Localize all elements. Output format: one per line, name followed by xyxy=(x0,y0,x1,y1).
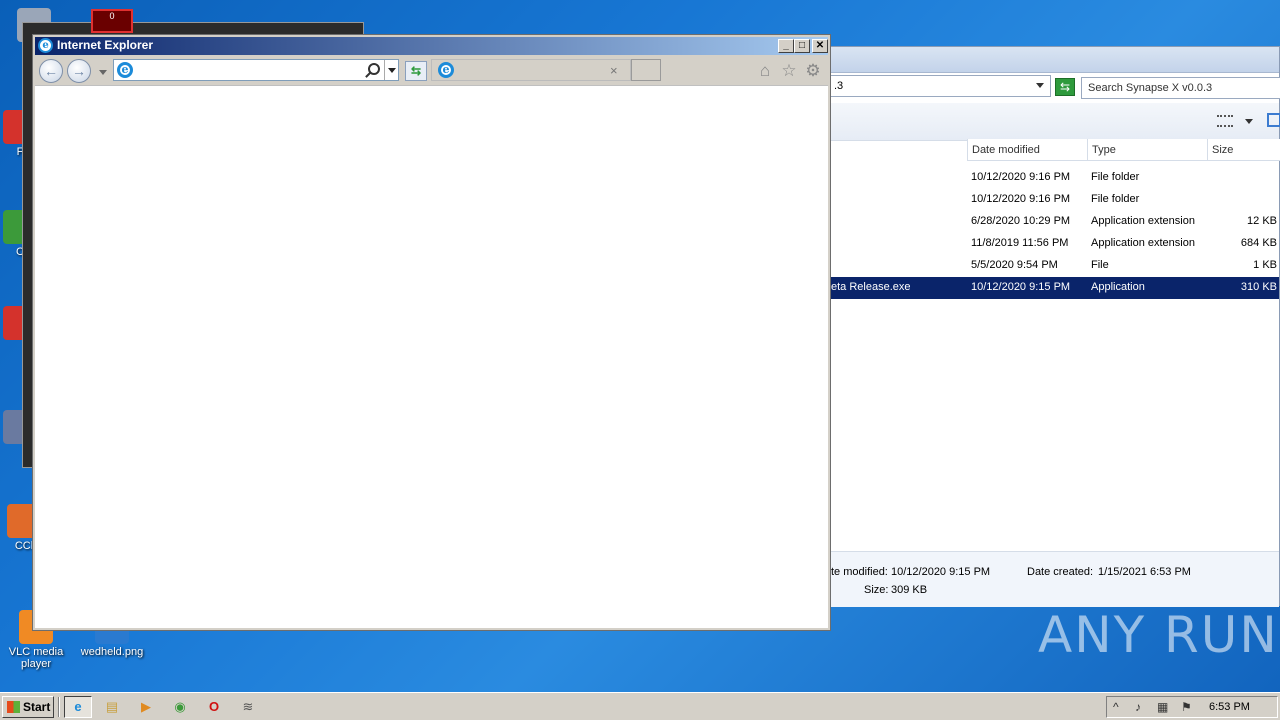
maximize-button[interactable]: □ xyxy=(794,39,810,53)
file-date: 6/28/2020 10:29 PM xyxy=(971,215,1071,227)
gear-icon[interactable]: ⚙ xyxy=(803,61,823,81)
file-type: File folder xyxy=(1091,193,1140,205)
column-header-date[interactable]: Date modified xyxy=(967,139,1087,161)
start-button[interactable]: Start xyxy=(2,696,54,718)
minimize-button[interactable]: _ xyxy=(778,39,794,53)
details-modified-label: te modified: xyxy=(831,566,888,578)
system-tray: ^ ♪ ▦ ⚑ 6:53 PM xyxy=(1106,696,1278,718)
column-header-type[interactable]: Type xyxy=(1087,139,1207,161)
taskbar-media-button[interactable]: ▶ xyxy=(132,696,160,718)
column-header-size[interactable]: Size xyxy=(1207,139,1280,161)
taskbar: Start e ▤ ▶ ◉ O ≋ ^ ♪ ▦ ⚑ 6:53 PM xyxy=(0,692,1280,720)
favorites-icon[interactable]: ☆ xyxy=(779,61,799,81)
taskbar-app-button[interactable]: ≋ xyxy=(234,696,262,718)
show-hidden-icons-icon[interactable]: ^ xyxy=(1113,700,1119,714)
network-icon[interactable]: ▦ xyxy=(1157,700,1168,714)
details-created-value: 1/15/2021 6:53 PM xyxy=(1098,566,1191,578)
search-icon[interactable] xyxy=(368,63,380,75)
media-player-icon: ▶ xyxy=(141,699,151,714)
ie-page-icon: e xyxy=(117,62,133,78)
file-name: eta Release.exe xyxy=(831,281,911,293)
opera-icon: O xyxy=(208,699,220,714)
ie-icon: e xyxy=(74,699,82,714)
action-center-flag-icon[interactable]: ⚑ xyxy=(1181,700,1192,714)
home-icon[interactable]: ⌂ xyxy=(755,61,775,81)
close-button[interactable]: ✕ xyxy=(812,39,828,53)
file-date: 10/12/2020 9:15 PM xyxy=(971,281,1071,293)
file-date: 5/5/2020 9:54 PM xyxy=(971,259,1058,271)
file-size: 684 KB xyxy=(1240,237,1277,249)
window-title: Internet Explorer xyxy=(57,38,154,52)
red-badge: 0 xyxy=(91,9,133,33)
file-size: 310 KB xyxy=(1240,281,1277,293)
ie-page-content[interactable] xyxy=(35,85,828,628)
address-dropdown-button[interactable] xyxy=(384,60,398,80)
internet-explorer-window[interactable]: e Internet Explorer _ □ ✕ ← → e ⇆ e × ⌂ … xyxy=(32,34,831,631)
file-date: 11/8/2019 11:56 PM xyxy=(971,237,1069,249)
new-tab-button[interactable] xyxy=(631,59,661,81)
file-type: File folder xyxy=(1091,171,1140,183)
file-row[interactable]: 10/12/2020 9:16 PM File folder xyxy=(827,167,1279,189)
taskbar-chrome-button[interactable]: ◉ xyxy=(166,696,194,718)
chrome-icon: ◉ xyxy=(174,699,186,714)
close-tab-icon[interactable]: × xyxy=(610,63,618,78)
file-date: 10/12/2020 9:16 PM xyxy=(971,193,1071,205)
file-size: 1 KB xyxy=(1253,259,1277,271)
taskbar-ie-button[interactable]: e xyxy=(64,696,92,718)
back-button[interactable]: ← xyxy=(39,59,63,83)
folder-icon: ▤ xyxy=(105,699,119,714)
explorer-address-text: .3 xyxy=(834,80,844,92)
file-row[interactable]: 10/12/2020 9:16 PM File folder xyxy=(827,189,1279,211)
file-type: File xyxy=(1091,259,1109,271)
details-size-value: 309 KB xyxy=(891,584,928,596)
details-created-label: Date created: xyxy=(1027,566,1094,578)
explorer-command-bar xyxy=(827,103,1279,141)
ie-logo-icon: e xyxy=(38,38,53,53)
file-date: 10/12/2020 9:16 PM xyxy=(971,171,1071,183)
file-row[interactable]: 5/5/2020 9:54 PM File 1 KB xyxy=(827,255,1279,277)
browser-tab[interactable]: e × xyxy=(431,59,631,81)
details-size-label: Size: xyxy=(864,584,889,596)
explorer-address-bar[interactable]: .3 xyxy=(827,75,1051,97)
explorer-window[interactable]: .3 ⇆ Search Synapse X v0.0.3 Date modifi… xyxy=(826,46,1280,607)
taskbar-opera-button[interactable]: O xyxy=(200,696,228,718)
volume-icon[interactable]: ♪ xyxy=(1135,700,1141,714)
file-row[interactable]: 11/8/2019 11:56 PM Application extension… xyxy=(827,233,1279,255)
explorer-refresh-button[interactable]: ⇆ xyxy=(1055,78,1075,96)
file-type: Application extension xyxy=(1091,237,1195,249)
ie-titlebar[interactable]: e Internet Explorer _ □ ✕ xyxy=(35,37,828,55)
view-options-icon[interactable] xyxy=(1217,115,1233,127)
forward-button[interactable]: → xyxy=(67,59,91,83)
file-type: Application extension xyxy=(1091,215,1195,227)
app-icon: ≋ xyxy=(242,699,254,714)
taskbar-separator xyxy=(58,697,60,717)
chevron-down-icon[interactable] xyxy=(1245,119,1253,124)
anyrun-watermark: ANY RUN xyxy=(1038,606,1279,664)
desktop-icon-label: CCl xyxy=(14,540,34,552)
explorer-search-input[interactable]: Search Synapse X v0.0.3 xyxy=(1081,77,1280,99)
taskbar-explorer-button[interactable]: ▤ xyxy=(98,696,126,718)
address-bar[interactable]: e xyxy=(113,59,399,81)
file-type: Application xyxy=(1091,281,1145,293)
desktop-icon-label: wedheld.png xyxy=(80,646,144,658)
ie-tab-icon: e xyxy=(438,62,454,78)
refresh-button[interactable]: ⇆ xyxy=(405,61,427,81)
file-row[interactable]: 6/28/2020 10:29 PM Application extension… xyxy=(827,211,1279,233)
chevron-down-icon[interactable] xyxy=(99,70,107,75)
explorer-titlebar[interactable] xyxy=(827,47,1279,73)
desktop-icon-label: VLC media player xyxy=(8,646,64,670)
details-pane: te modified: 10/12/2020 9:15 PM Date cre… xyxy=(827,551,1279,607)
details-modified-value: 10/12/2020 9:15 PM xyxy=(891,566,991,578)
chevron-down-icon[interactable] xyxy=(1036,83,1044,88)
preview-pane-icon[interactable] xyxy=(1267,113,1280,127)
clock[interactable]: 6:53 PM xyxy=(1209,701,1250,713)
file-row-selected[interactable]: eta Release.exe 10/12/2020 9:15 PM Appli… xyxy=(827,277,1279,299)
file-size: 12 KB xyxy=(1247,215,1277,227)
ie-toolbar: ← → e ⇆ e × ⌂ ☆ ⚙ xyxy=(35,56,828,84)
